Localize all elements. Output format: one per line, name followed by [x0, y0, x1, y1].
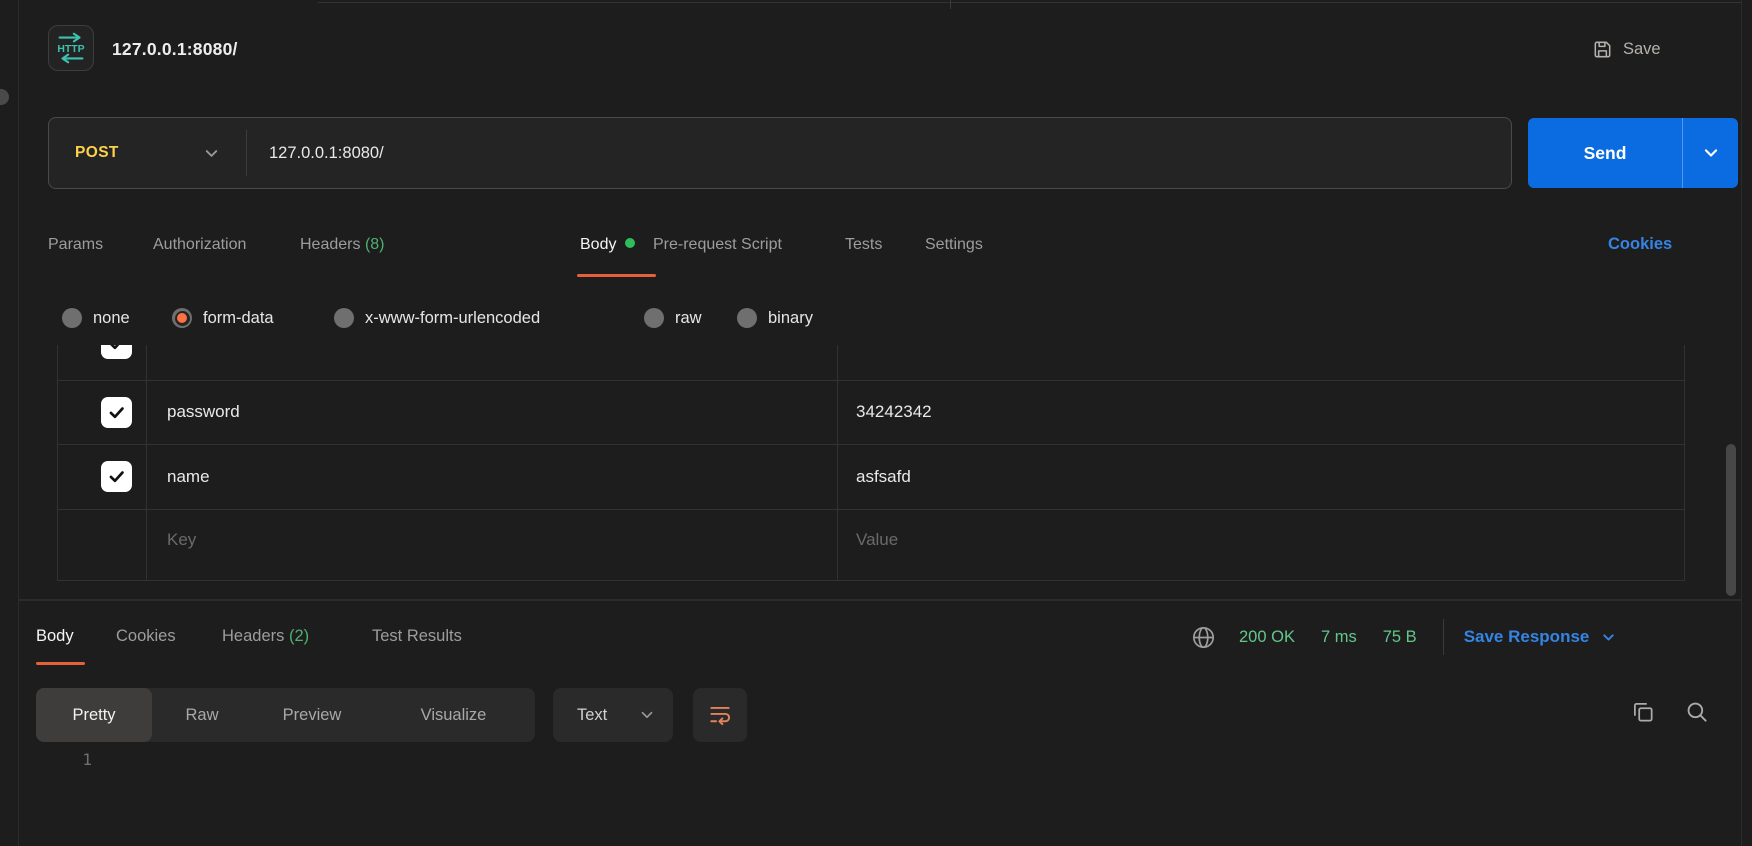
editor-line-number: 1: [62, 750, 92, 769]
response-view-switcher: Pretty Raw Preview Visualize: [36, 688, 535, 742]
method-selector[interactable]: POST: [49, 118, 246, 188]
svg-text:HTTP: HTTP: [57, 44, 84, 55]
wrap-line-button[interactable]: [693, 688, 747, 742]
tab-separator: [950, 0, 951, 9]
response-tab-test-results[interactable]: Test Results: [372, 627, 462, 646]
tabstrip-border: [318, 2, 1742, 3]
wrap-line-icon: [707, 702, 733, 728]
headers-count-badge: (8): [365, 236, 385, 253]
method-label: POST: [75, 144, 119, 162]
row-checkbox-checked[interactable]: [101, 461, 132, 492]
radio-selected-icon: [172, 308, 192, 328]
app-window: HTTP 127.0.0.1:8080/ Save POST 127.0.0.1…: [0, 0, 1752, 846]
form-data-table: password 34242342 name asfsafd Key Value: [57, 345, 1685, 581]
response-meta: 200 OK 7 ms 75 B Save Response: [1190, 620, 1616, 654]
left-pane-border: [18, 0, 19, 846]
view-preview-button[interactable]: Preview: [252, 688, 372, 742]
format-select[interactable]: Text: [553, 688, 673, 742]
radio-none[interactable]: none: [62, 306, 130, 330]
tab-body-label: Body: [580, 236, 616, 253]
radio-icon: [62, 308, 82, 328]
key-cell[interactable]: name: [167, 467, 210, 487]
tab-body[interactable]: Body: [580, 236, 635, 254]
save-icon: [1591, 38, 1614, 61]
chevron-down-icon: [203, 145, 220, 162]
request-title: 127.0.0.1:8080/: [112, 39, 238, 60]
body-content-dot: [625, 238, 635, 248]
key-cell[interactable]: password: [167, 402, 240, 422]
response-time[interactable]: 7 ms: [1321, 628, 1357, 647]
table-row-password: password 34242342: [58, 381, 1684, 445]
url-input[interactable]: 127.0.0.1:8080/: [247, 144, 384, 163]
value-cell[interactable]: asfsafd: [856, 467, 911, 487]
cookies-link[interactable]: Cookies: [1608, 235, 1672, 254]
table-row-clipped: [58, 345, 1684, 381]
response-tab-headers[interactable]: Headers (2): [222, 627, 309, 646]
magnifier-icon: [1684, 699, 1710, 725]
scrollbar-thumb[interactable]: [1726, 444, 1736, 596]
radio-x-www-form-urlencoded[interactable]: x-www-form-urlencoded: [334, 306, 540, 330]
active-response-tab-underline: [36, 662, 85, 665]
key-input-placeholder[interactable]: Key: [167, 530, 196, 550]
radio-icon: [644, 308, 664, 328]
tab-params[interactable]: Params: [48, 236, 103, 254]
radio-binary[interactable]: binary: [737, 306, 813, 330]
view-visualize-button[interactable]: Visualize: [372, 688, 535, 742]
chevron-down-icon: [1601, 630, 1616, 645]
globe-icon[interactable]: [1190, 624, 1217, 651]
table-row-name: name asfsafd: [58, 445, 1684, 510]
radio-raw[interactable]: raw: [644, 306, 702, 330]
save-response-label: Save Response: [1464, 627, 1590, 647]
tab-authorization[interactable]: Authorization: [153, 236, 246, 254]
radio-form-data[interactable]: form-data: [172, 306, 274, 330]
tab-settings[interactable]: Settings: [925, 236, 983, 254]
send-options-button[interactable]: [1683, 118, 1738, 188]
chevron-down-icon: [639, 707, 655, 723]
view-raw-button[interactable]: Raw: [152, 688, 252, 742]
row-checkbox-checked[interactable]: [101, 397, 132, 428]
tab-pre-request-script[interactable]: Pre-request Script: [653, 236, 782, 254]
value-cell[interactable]: 34242342: [856, 402, 932, 422]
response-tab-cookies[interactable]: Cookies: [116, 627, 176, 646]
request-url-bar: POST 127.0.0.1:8080/: [48, 117, 1512, 189]
tab-headers[interactable]: Headers (8): [300, 236, 385, 254]
tab-tests[interactable]: Tests: [845, 236, 882, 254]
response-headers-count-badge: (2): [289, 627, 309, 645]
radio-raw-label: raw: [675, 309, 702, 328]
tab-headers-label: Headers: [300, 236, 360, 253]
view-pretty-button[interactable]: Pretty: [36, 688, 152, 742]
send-button[interactable]: Send: [1528, 118, 1682, 188]
response-size[interactable]: 75 B: [1383, 628, 1417, 647]
sidebar-clipped-dot: [0, 89, 9, 105]
radio-icon: [737, 308, 757, 328]
value-input-placeholder[interactable]: Value: [856, 530, 898, 550]
send-button-group: Send: [1528, 118, 1738, 188]
http-method-icon: HTTP: [48, 25, 94, 71]
save-response-button[interactable]: Save Response: [1464, 627, 1617, 647]
radio-binary-label: binary: [768, 309, 813, 328]
response-tab-body[interactable]: Body: [36, 627, 74, 646]
save-button[interactable]: Save: [1591, 32, 1661, 66]
radio-none-label: none: [93, 309, 130, 328]
right-pane-border: [1741, 0, 1742, 846]
chevron-down-icon: [1702, 144, 1720, 162]
response-headers-label: Headers: [222, 627, 284, 645]
radio-icon: [334, 308, 354, 328]
save-button-label: Save: [1623, 40, 1661, 59]
search-response-button[interactable]: [1684, 699, 1710, 725]
format-select-value: Text: [577, 706, 639, 725]
radio-urlencoded-label: x-www-form-urlencoded: [365, 309, 540, 328]
copy-icon: [1630, 699, 1656, 725]
active-tab-underline: [577, 274, 656, 277]
status-badge[interactable]: 200 OK: [1239, 628, 1295, 647]
copy-response-button[interactable]: [1630, 699, 1656, 725]
row-checkbox-checked[interactable]: [101, 345, 132, 359]
meta-divider: [1443, 619, 1444, 655]
radio-form-data-label: form-data: [203, 309, 274, 328]
table-row-new: Key Value: [58, 510, 1684, 581]
pane-resize-divider[interactable]: [18, 599, 1741, 601]
